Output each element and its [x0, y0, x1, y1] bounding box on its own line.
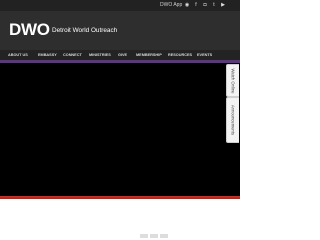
video-player[interactable] [0, 63, 240, 196]
nav-events[interactable]: EVENTS [197, 50, 212, 60]
nav-embassy[interactable]: EMBASSY [38, 50, 57, 60]
nav-give[interactable]: GIVE [118, 50, 127, 60]
bottom-tiles [140, 234, 168, 238]
app-link[interactable]: DWO App [160, 2, 182, 8]
tile [160, 234, 168, 238]
nav-resources[interactable]: RESOURCES [168, 50, 192, 60]
tile [140, 234, 148, 238]
site-logo[interactable]: DWO [9, 20, 50, 40]
rss-icon[interactable]: ◉ [184, 2, 190, 8]
site-name[interactable]: Detroit World Outreach [52, 27, 117, 35]
twitter-icon[interactable]: t [211, 2, 217, 8]
social-links: ◉ f ◘ t ▶ [184, 2, 226, 8]
instagram-icon[interactable]: ◘ [202, 2, 208, 8]
announcements-tab[interactable]: Announcements [226, 97, 239, 143]
nav-about-us[interactable]: ABOUT US [8, 50, 28, 60]
nav-membership[interactable]: MEMBERSHIP [136, 50, 162, 60]
nav-ministries[interactable]: MINISTRIES [89, 50, 111, 60]
tile [150, 234, 158, 238]
facebook-icon[interactable]: f [193, 2, 199, 8]
watch-online-tab[interactable]: Watch Online [226, 64, 239, 97]
youtube-icon[interactable]: ▶ [220, 2, 226, 8]
site-header: DWO App ◉ f ◘ t ▶ DWO Detroit World Outr… [0, 0, 240, 50]
player-bottom-bar [0, 196, 240, 199]
watch-online-label: Watch Online [230, 68, 236, 93]
nav-connect[interactable]: CONNECT [63, 50, 82, 60]
announcements-label: Announcements [230, 104, 236, 136]
